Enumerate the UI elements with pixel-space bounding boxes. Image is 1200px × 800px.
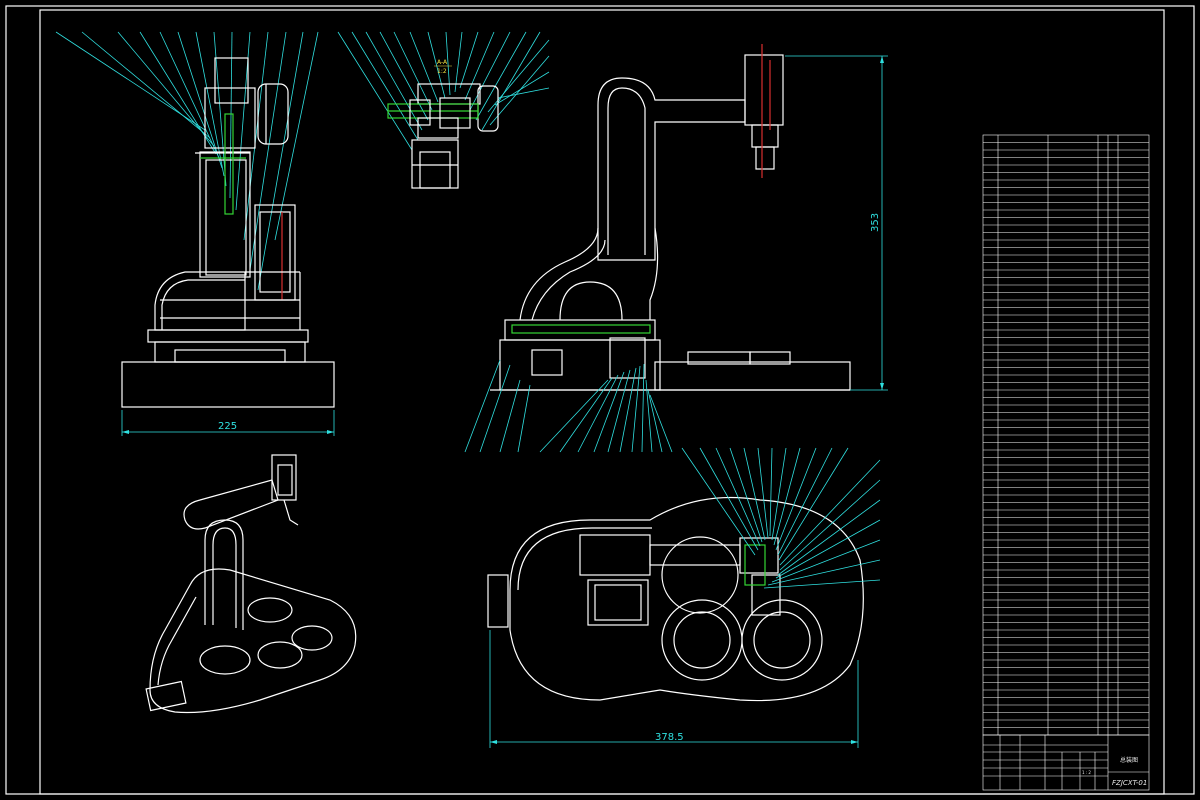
section-view: A-A 1:2 xyxy=(337,31,550,189)
front-view: 225 xyxy=(55,31,335,436)
side-view: 353 xyxy=(464,44,888,453)
sheet-outer-border xyxy=(5,5,1195,795)
section-scale: 1:2 xyxy=(437,68,447,75)
assembly-drawing: 225 A-A 1:2 353 378.5 总装图 1: 2 FZJCXT-0… xyxy=(5,5,1195,795)
side-height-dimension: 353 xyxy=(870,213,881,232)
front-width-dimension: 225 xyxy=(218,421,237,432)
title-block: 总装图 1 : 2 FZJCXT-01 xyxy=(982,734,1150,791)
drawing-title: 总装图 xyxy=(1120,756,1138,764)
parts-list xyxy=(982,134,1150,736)
drawing-number: FZJCXT-01 xyxy=(1112,779,1147,787)
top-width-dimension: 378.5 xyxy=(655,732,684,743)
top-view: 378.5 xyxy=(487,447,881,748)
sheet-scale: 1 : 2 xyxy=(1082,770,1091,775)
isometric-view xyxy=(145,454,357,714)
section-label: A-A xyxy=(437,59,448,66)
